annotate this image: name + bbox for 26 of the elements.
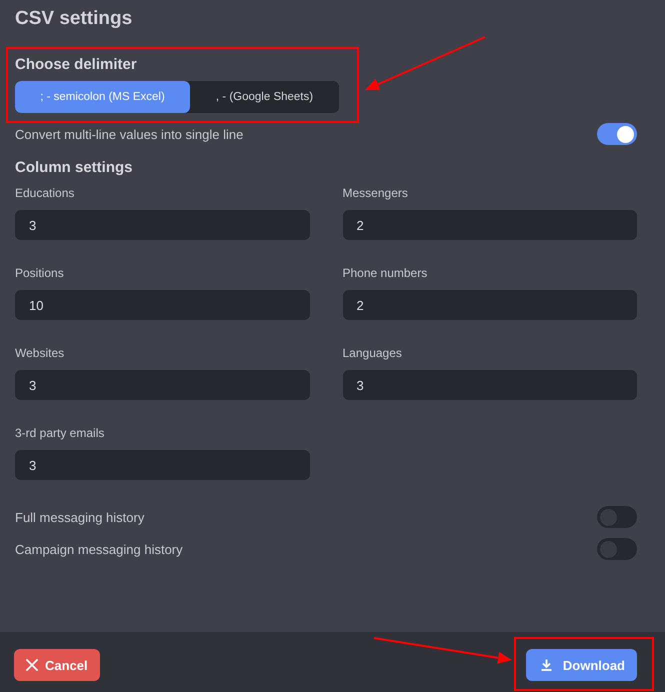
section-heading: Choose delimiter: [15, 56, 138, 74]
field-label: Languages: [342, 346, 403, 360]
field-label: Websites: [15, 346, 66, 360]
toggle-switch[interactable]: [597, 123, 637, 145]
download-icon: [540, 659, 552, 671]
field-label: Positions: [15, 266, 65, 280]
cancel-button[interactable]: Cancel: [14, 649, 100, 681]
field-label: Phone numbers: [342, 266, 428, 280]
toggle-switch[interactable]: [597, 538, 637, 560]
number-field[interactable]: 2: [342, 290, 637, 320]
toggle-label: Campaign messaging history: [15, 542, 183, 556]
number-field[interactable]: 2: [342, 210, 637, 240]
close-icon: [26, 659, 38, 671]
toggle-label: Full messaging history: [15, 510, 144, 524]
number-field[interactable]: 3: [342, 370, 637, 400]
toggle-label: Convert multi-line values into single line: [15, 126, 244, 142]
number-field[interactable]: 10: [15, 290, 310, 320]
field-label: 3-rd party emails: [15, 426, 106, 440]
number-field[interactable]: 3: [15, 450, 310, 480]
field-label: Educations: [15, 186, 76, 200]
section-heading: Column settings: [15, 159, 134, 177]
number-field[interactable]: 3: [15, 210, 310, 240]
toggle-switch[interactable]: [597, 506, 637, 528]
field-label: Messengers: [342, 186, 409, 200]
number-field[interactable]: 3: [15, 370, 310, 400]
dialog-title: CSV settings: [15, 8, 134, 30]
